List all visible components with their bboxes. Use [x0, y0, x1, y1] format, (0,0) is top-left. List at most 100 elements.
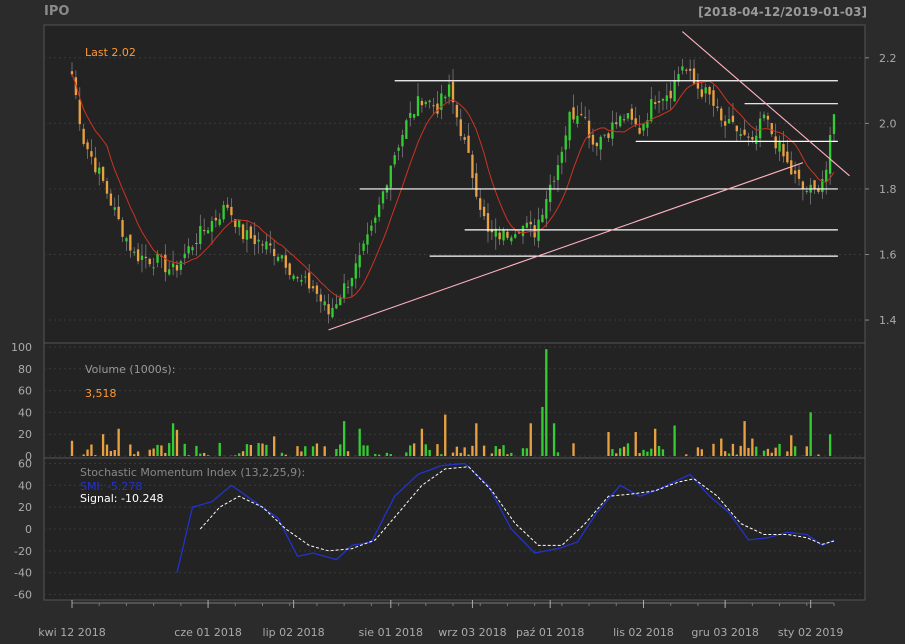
volume-bar — [377, 454, 381, 456]
price-candle — [506, 231, 509, 238]
price-candle — [86, 142, 89, 150]
price-candle — [630, 108, 634, 120]
volume-bar — [634, 432, 637, 456]
chart-svg: Last 2.02 Volume (1000s): 3,518 Stochasti… — [11, 24, 897, 639]
panel-backgrounds — [43, 24, 866, 601]
price-axis-tick-label: 1.4 — [879, 314, 897, 327]
price-candle — [276, 256, 280, 261]
volume-bar — [272, 436, 276, 456]
price-candle — [350, 277, 354, 287]
volume-bar — [323, 446, 326, 456]
price-candle — [545, 199, 548, 219]
volume-axis-tick-label: 100 — [11, 341, 32, 354]
volume-bar — [735, 454, 738, 456]
volume-bar — [751, 438, 754, 456]
volume-bar — [70, 440, 74, 456]
volume-bar — [498, 448, 501, 456]
x-axis-tick-label: wrz 03 2018 — [438, 626, 506, 639]
volume-bar — [129, 444, 132, 456]
price-candle — [825, 169, 828, 183]
price-candle — [716, 106, 719, 108]
volume-bar — [642, 449, 645, 456]
volume-bar — [747, 447, 750, 456]
chart-date-range: [2018-04-12/2019-01-03] — [698, 5, 867, 19]
price-candle — [253, 235, 256, 245]
volume-bar — [136, 451, 140, 456]
price-candle — [206, 230, 210, 234]
volume-bar — [249, 444, 253, 456]
price-candle — [292, 275, 295, 280]
price-candle — [113, 207, 116, 210]
price-axis-tick-label: 1.8 — [879, 183, 897, 196]
volume-bar — [300, 451, 303, 456]
price-candle — [203, 230, 206, 232]
price-candle — [327, 304, 330, 315]
volume-bar — [428, 449, 431, 456]
volume-bar — [626, 443, 630, 456]
volume-bar — [572, 443, 575, 456]
volume-bar — [529, 423, 532, 456]
volume-bar — [556, 452, 560, 456]
price-candle — [584, 116, 587, 118]
price-candle — [708, 86, 711, 95]
volume-axis-tick-label: 20 — [18, 428, 32, 441]
price-candle — [615, 122, 618, 125]
volume-bar — [86, 449, 89, 456]
price-candle — [171, 263, 175, 268]
volume-bar — [790, 435, 793, 456]
price-candle — [657, 100, 661, 103]
price-candle — [723, 121, 727, 126]
price-candle — [475, 173, 478, 197]
price-candle — [156, 253, 159, 263]
volume-bar — [805, 446, 808, 456]
price-candle — [409, 112, 412, 118]
volume-bar — [234, 455, 237, 456]
price-candle — [758, 118, 762, 139]
x-axis-tick-label: kwi 12 2018 — [38, 626, 105, 639]
price-axis-tick-label: 2.0 — [879, 117, 897, 130]
price-candle — [607, 133, 610, 138]
price-last-label: Last 2.02 — [85, 46, 136, 59]
price-candle — [599, 136, 602, 150]
price-candle — [778, 141, 781, 152]
price-candle — [377, 204, 381, 217]
price-candle — [482, 206, 486, 217]
volume-bar — [552, 423, 556, 456]
price-candle — [471, 154, 474, 179]
price-candle — [179, 261, 183, 270]
volume-bar — [358, 428, 361, 456]
price-candle — [432, 105, 435, 107]
volume-bar — [545, 349, 548, 456]
smi-axis-tick-label: 60 — [18, 457, 32, 470]
price-candle — [766, 115, 770, 120]
price-candle — [673, 80, 676, 102]
volume-bar — [187, 455, 190, 456]
price-candle — [650, 99, 653, 122]
price-candle — [362, 243, 365, 251]
price-candle — [346, 286, 350, 288]
price-candle — [222, 204, 225, 220]
volume-bar — [455, 446, 459, 456]
volume-bar — [502, 445, 505, 456]
price-candle — [152, 267, 155, 269]
volume-bar — [653, 428, 657, 456]
price-candle — [436, 103, 439, 114]
price-candle — [653, 102, 657, 104]
price-candle — [105, 181, 109, 194]
price-candle — [642, 124, 645, 131]
price-candle — [463, 137, 466, 140]
volume-bar — [175, 429, 179, 456]
volume-bar — [471, 445, 474, 456]
volume-bar — [90, 444, 93, 456]
price-candle — [502, 229, 505, 241]
x-axis-tick-label: paź 01 2018 — [516, 626, 584, 639]
price-candle — [467, 135, 470, 153]
smi-axis-tick-label: -20 — [14, 545, 32, 558]
volume-bar — [762, 450, 766, 456]
volume-bar — [257, 443, 260, 456]
price-candle — [300, 279, 303, 282]
price-candle — [265, 241, 268, 250]
volume-bar — [245, 444, 249, 456]
price-candle — [529, 221, 532, 225]
price-candle — [133, 251, 136, 253]
